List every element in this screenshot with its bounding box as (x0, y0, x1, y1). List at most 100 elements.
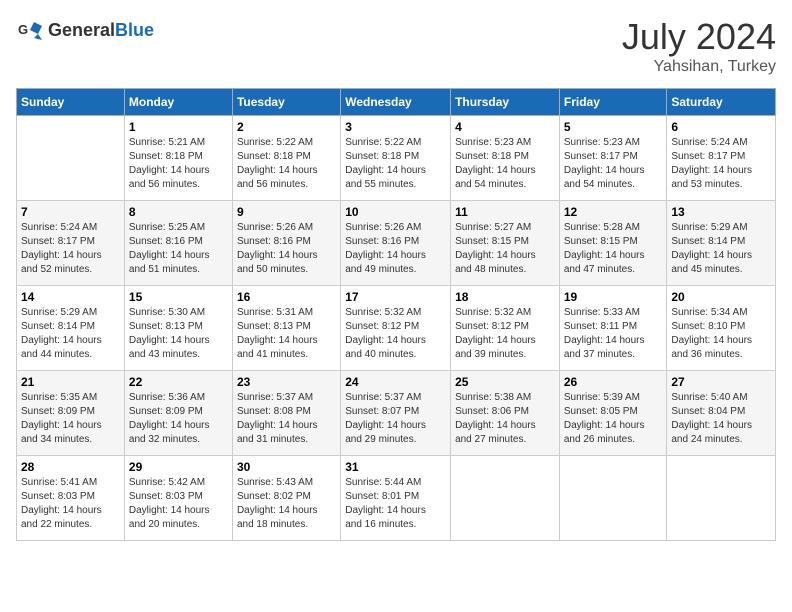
day-number: 24 (345, 375, 446, 389)
day-number: 2 (237, 120, 336, 134)
calendar-cell: 3 Sunrise: 5:22 AM Sunset: 8:18 PM Daylig… (341, 116, 451, 201)
calendar-cell (17, 116, 125, 201)
day-number: 26 (564, 375, 663, 389)
day-number: 3 (345, 120, 446, 134)
calendar-cell: 15Sunrise: 5:30 AM Sunset: 8:13 PM Dayli… (124, 286, 232, 371)
day-number: 31 (345, 460, 446, 474)
calendar-cell: 7 Sunrise: 5:24 AM Sunset: 8:17 PM Daylig… (17, 201, 125, 286)
day-info: Sunrise: 5:25 AM Sunset: 8:16 PM Dayligh… (129, 221, 228, 277)
header-day-friday: Friday (559, 89, 667, 116)
day-info: Sunrise: 5:24 AM Sunset: 8:17 PM Dayligh… (671, 136, 771, 192)
calendar-cell: 28 Sunrise: 5:41 AM Sunset: 8:03 PM Dayli… (17, 456, 125, 541)
day-info: Sunrise: 5:22 AM Sunset: 8:18 PM Dayligh… (345, 136, 446, 192)
header-day-wednesday: Wednesday (341, 89, 451, 116)
day-info: Sunrise: 5:26 AM Sunset: 8:16 PM Dayligh… (237, 221, 336, 277)
calendar-cell: 29Sunrise: 5:42 AM Sunset: 8:03 PM Dayli… (124, 456, 232, 541)
day-number: 16 (237, 290, 336, 304)
logo-text-blue: Blue (115, 20, 154, 40)
calendar-cell: 21 Sunrise: 5:35 AM Sunset: 8:09 PM Dayli… (17, 371, 125, 456)
day-info: Sunrise: 5:40 AM Sunset: 8:04 PM Dayligh… (671, 391, 771, 447)
day-info: Sunrise: 5:26 AM Sunset: 8:16 PM Dayligh… (345, 221, 446, 277)
day-number: 23 (237, 375, 336, 389)
header-day-tuesday: Tuesday (232, 89, 340, 116)
day-info: Sunrise: 5:22 AM Sunset: 8:18 PM Dayligh… (237, 136, 336, 192)
calendar-cell: 13 Sunrise: 5:29 AM Sunset: 8:14 PM Dayli… (667, 201, 776, 286)
day-info: Sunrise: 5:43 AM Sunset: 8:02 PM Dayligh… (237, 476, 336, 532)
calendar-cell: 31 Sunrise: 5:44 AM Sunset: 8:01 PM Dayli… (341, 456, 451, 541)
day-number: 20 (671, 290, 771, 304)
calendar-cell: 4 Sunrise: 5:23 AM Sunset: 8:18 PM Daylig… (451, 116, 560, 201)
week-row-4: 21 Sunrise: 5:35 AM Sunset: 8:09 PM Dayli… (17, 371, 776, 456)
calendar-cell: 20 Sunrise: 5:34 AM Sunset: 8:10 PM Dayli… (667, 286, 776, 371)
day-info: Sunrise: 5:29 AM Sunset: 8:14 PM Dayligh… (671, 221, 771, 277)
calendar-cell: 5 Sunrise: 5:23 AM Sunset: 8:17 PM Daylig… (559, 116, 667, 201)
calendar-cell (559, 456, 667, 541)
calendar-cell: 19 Sunrise: 5:33 AM Sunset: 8:11 PM Dayli… (559, 286, 667, 371)
day-number: 9 (237, 205, 336, 219)
day-info: Sunrise: 5:32 AM Sunset: 8:12 PM Dayligh… (455, 306, 555, 362)
day-number: 19 (564, 290, 663, 304)
day-number: 5 (564, 120, 663, 134)
day-number: 13 (671, 205, 771, 219)
day-info: Sunrise: 5:37 AM Sunset: 8:07 PM Dayligh… (345, 391, 446, 447)
day-info: Sunrise: 5:39 AM Sunset: 8:05 PM Dayligh… (564, 391, 663, 447)
calendar-cell: 6Sunrise: 5:24 AM Sunset: 8:17 PM Daylig… (667, 116, 776, 201)
day-number: 18 (455, 290, 555, 304)
calendar-cell: 14 Sunrise: 5:29 AM Sunset: 8:14 PM Dayli… (17, 286, 125, 371)
day-number: 12 (564, 205, 663, 219)
day-info: Sunrise: 5:23 AM Sunset: 8:17 PM Dayligh… (564, 136, 663, 192)
logo-icon: G (16, 16, 44, 44)
calendar-header-row: SundayMondayTuesdayWednesdayThursdayFrid… (17, 89, 776, 116)
day-info: Sunrise: 5:30 AM Sunset: 8:13 PM Dayligh… (129, 306, 228, 362)
day-number: 22 (129, 375, 228, 389)
svg-text:G: G (18, 22, 28, 37)
logo: G GeneralBlue (16, 16, 154, 44)
day-info: Sunrise: 5:33 AM Sunset: 8:11 PM Dayligh… (564, 306, 663, 362)
calendar-cell: 16 Sunrise: 5:31 AM Sunset: 8:13 PM Dayli… (232, 286, 340, 371)
day-info: Sunrise: 5:38 AM Sunset: 8:06 PM Dayligh… (455, 391, 555, 447)
week-row-1: 1 Sunrise: 5:21 AM Sunset: 8:18 PM Daylig… (17, 116, 776, 201)
calendar-cell: 24 Sunrise: 5:37 AM Sunset: 8:07 PM Dayli… (341, 371, 451, 456)
day-number: 1 (129, 120, 228, 134)
day-number: 7 (21, 205, 120, 219)
day-info: Sunrise: 5:29 AM Sunset: 8:14 PM Dayligh… (21, 306, 120, 362)
day-info: Sunrise: 5:24 AM Sunset: 8:17 PM Dayligh… (21, 221, 120, 277)
day-number: 11 (455, 205, 555, 219)
day-number: 28 (21, 460, 120, 474)
day-number: 4 (455, 120, 555, 134)
day-number: 8 (129, 205, 228, 219)
day-info: Sunrise: 5:41 AM Sunset: 8:03 PM Dayligh… (21, 476, 120, 532)
calendar-cell (451, 456, 560, 541)
day-info: Sunrise: 5:44 AM Sunset: 8:01 PM Dayligh… (345, 476, 446, 532)
calendar-cell: 25 Sunrise: 5:38 AM Sunset: 8:06 PM Dayli… (451, 371, 560, 456)
day-info: Sunrise: 5:21 AM Sunset: 8:18 PM Dayligh… (129, 136, 228, 192)
location-title: Yahsihan, Turkey (622, 58, 776, 76)
day-number: 27 (671, 375, 771, 389)
day-info: Sunrise: 5:37 AM Sunset: 8:08 PM Dayligh… (237, 391, 336, 447)
day-number: 25 (455, 375, 555, 389)
day-number: 14 (21, 290, 120, 304)
day-info: Sunrise: 5:31 AM Sunset: 8:13 PM Dayligh… (237, 306, 336, 362)
day-number: 29 (129, 460, 228, 474)
header: G GeneralBlue July 2024 Yahsihan, Turkey (16, 16, 776, 76)
calendar-cell: 12 Sunrise: 5:28 AM Sunset: 8:15 PM Dayli… (559, 201, 667, 286)
day-number: 10 (345, 205, 446, 219)
week-row-3: 14 Sunrise: 5:29 AM Sunset: 8:14 PM Dayli… (17, 286, 776, 371)
day-info: Sunrise: 5:32 AM Sunset: 8:12 PM Dayligh… (345, 306, 446, 362)
calendar-cell: 10 Sunrise: 5:26 AM Sunset: 8:16 PM Dayli… (341, 201, 451, 286)
calendar-cell: 30Sunrise: 5:43 AM Sunset: 8:02 PM Dayli… (232, 456, 340, 541)
day-info: Sunrise: 5:23 AM Sunset: 8:18 PM Dayligh… (455, 136, 555, 192)
day-info: Sunrise: 5:35 AM Sunset: 8:09 PM Dayligh… (21, 391, 120, 447)
calendar-cell (667, 456, 776, 541)
week-row-5: 28 Sunrise: 5:41 AM Sunset: 8:03 PM Dayli… (17, 456, 776, 541)
header-day-sunday: Sunday (17, 89, 125, 116)
day-number: 21 (21, 375, 120, 389)
day-info: Sunrise: 5:28 AM Sunset: 8:15 PM Dayligh… (564, 221, 663, 277)
calendar-cell: 18 Sunrise: 5:32 AM Sunset: 8:12 PM Dayli… (451, 286, 560, 371)
day-info: Sunrise: 5:34 AM Sunset: 8:10 PM Dayligh… (671, 306, 771, 362)
day-number: 17 (345, 290, 446, 304)
header-day-saturday: Saturday (667, 89, 776, 116)
title-area: July 2024 Yahsihan, Turkey (622, 16, 776, 76)
calendar-cell: 2 Sunrise: 5:22 AM Sunset: 8:18 PM Daylig… (232, 116, 340, 201)
week-row-2: 7 Sunrise: 5:24 AM Sunset: 8:17 PM Daylig… (17, 201, 776, 286)
